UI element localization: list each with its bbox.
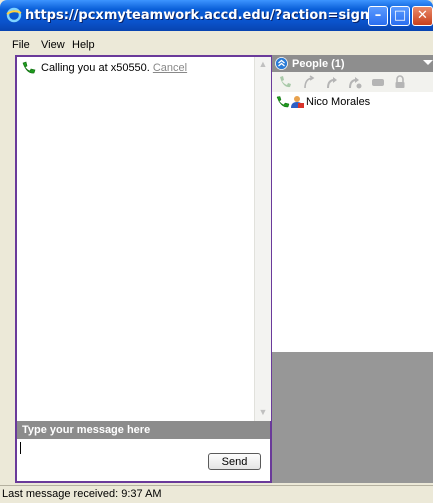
menu-file[interactable]: File	[12, 39, 30, 51]
cancel-call-link[interactable]: Cancel	[153, 62, 187, 74]
close-button[interactable]: ✕	[412, 6, 433, 26]
conference-call-icon[interactable]	[348, 75, 362, 89]
window-title: https://pcxmyteamwork.accd.edu/?action=s…	[25, 8, 385, 23]
scroll-down-arrow-icon[interactable]: ▼	[257, 407, 269, 419]
phone-icon[interactable]	[278, 75, 292, 89]
window-titlebar[interactable]: https://pcxmyteamwork.accd.edu/?action=s…	[0, 0, 433, 31]
compose-header: Type your message here	[17, 421, 270, 439]
people-empty-area	[272, 352, 433, 483]
status-bar: Last message received: 9:37 AM	[0, 485, 433, 503]
minimize-button[interactable]: –	[368, 6, 388, 26]
video-icon[interactable]	[371, 75, 385, 89]
text-caret	[20, 442, 21, 454]
menu-bar: File View Help	[0, 38, 433, 54]
menu-view[interactable]: View	[41, 39, 65, 51]
collapse-icon[interactable]	[275, 57, 288, 70]
chat-transcript: Calling you at x50550. Cancel	[17, 57, 254, 421]
call-status-text: Calling you at x50550.	[41, 62, 150, 74]
scroll-up-arrow-icon[interactable]: ▲	[257, 59, 269, 71]
menu-help[interactable]: Help	[72, 39, 95, 51]
user-avatar-icon	[291, 96, 304, 108]
lock-icon[interactable]	[393, 75, 407, 89]
forward-call-icon[interactable]	[325, 75, 339, 89]
phone-icon	[22, 61, 36, 74]
call-status-line: Calling you at x50550. Cancel	[21, 61, 187, 75]
people-header-label: People (1)	[292, 58, 345, 70]
people-toolbar	[272, 72, 433, 92]
people-pane: People (1) Nico Morales	[272, 55, 433, 483]
status-text: Last message received: 9:37 AM	[2, 488, 162, 500]
phone-icon	[276, 95, 290, 107]
transcript-scrollbar[interactable]: ▲ ▼	[254, 57, 271, 421]
internet-explorer-icon	[6, 7, 22, 23]
person-list-item[interactable]: Nico Morales	[276, 95, 370, 109]
people-header[interactable]: People (1)	[272, 55, 433, 72]
person-name: Nico Morales	[306, 96, 371, 108]
send-button[interactable]: Send	[208, 453, 261, 470]
dropdown-arrow-icon[interactable]	[423, 60, 433, 65]
transfer-call-icon[interactable]	[302, 75, 316, 89]
message-input[interactable]: Send	[17, 439, 270, 481]
maximize-button[interactable]: □	[390, 6, 410, 26]
chat-pane: Calling you at x50550. Cancel ▲ ▼ Type yo…	[15, 55, 272, 483]
